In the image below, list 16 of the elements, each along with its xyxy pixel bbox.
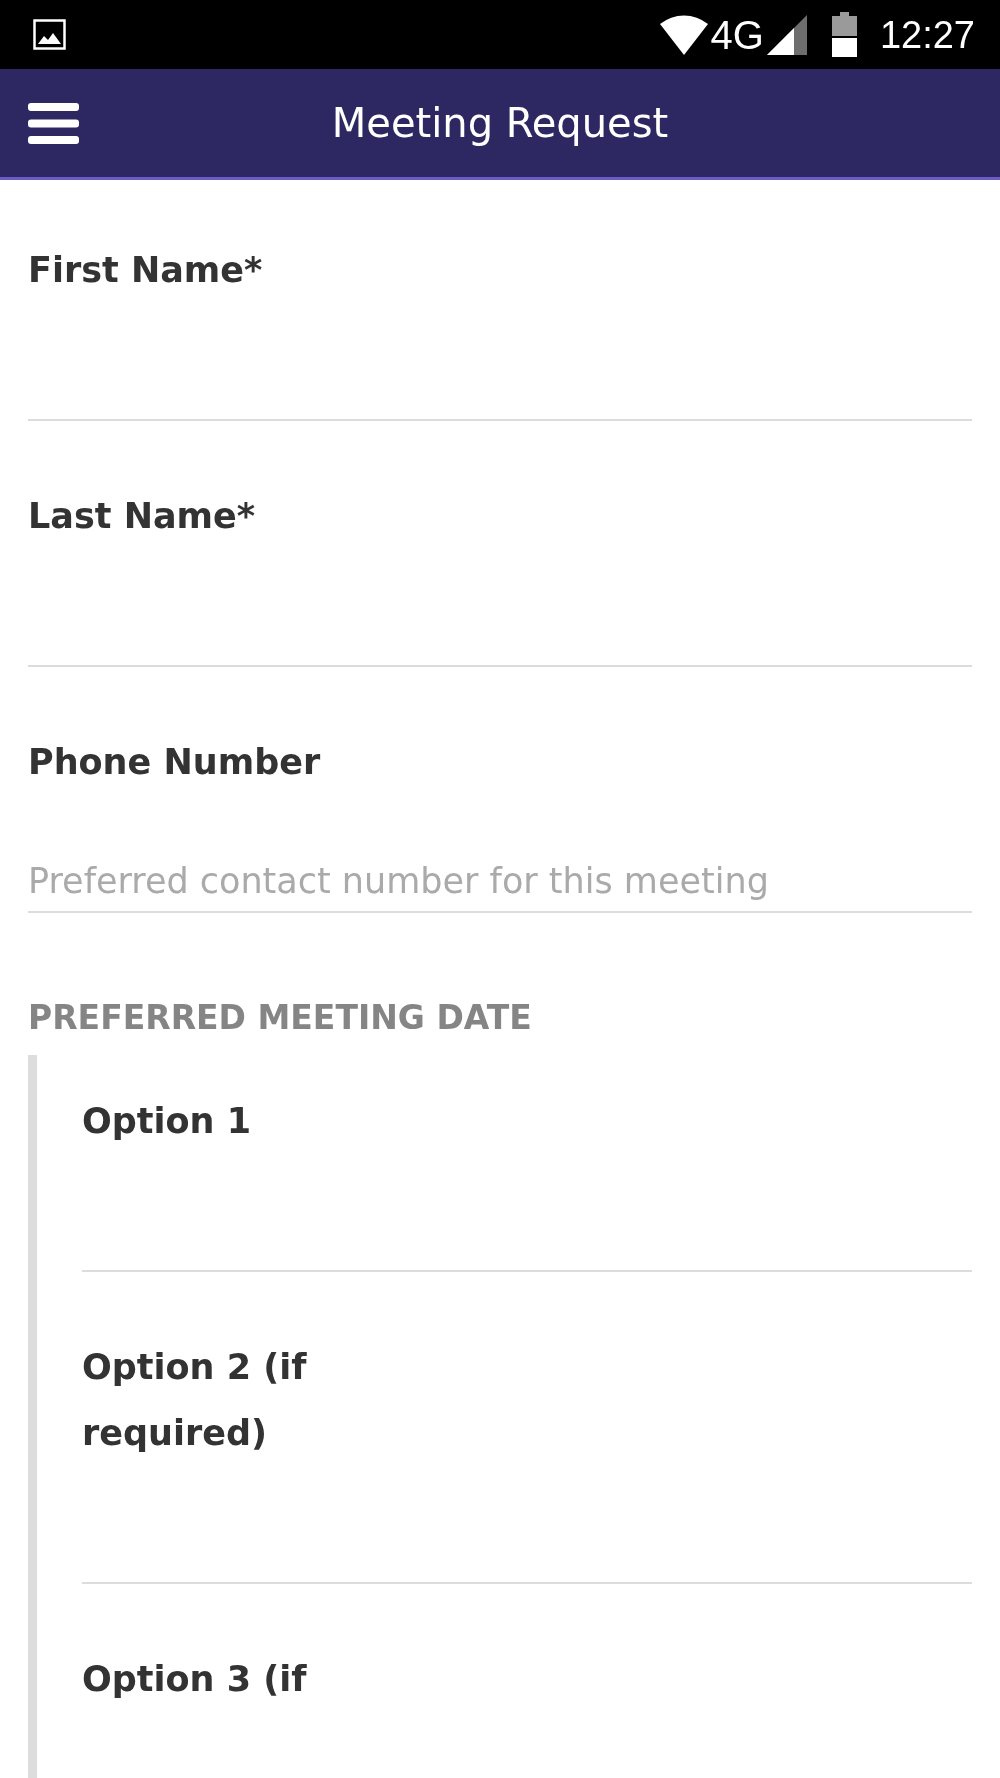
field-label: Phone Number: [28, 742, 321, 782]
wifi-icon: [659, 14, 708, 55]
field-label: Option 3 (if: [82, 1659, 307, 1699]
input-field[interactable]: Preferred contact number for this meeting: [28, 851, 972, 913]
screen-title: Meeting Request: [331, 99, 669, 147]
section-heading: PREFERRED MEETING DATE: [28, 997, 532, 1039]
field-label: Last Name*: [28, 496, 256, 536]
field-label: First Name*: [28, 250, 263, 290]
menu-icon[interactable]: [28, 102, 79, 144]
signal-icon: [766, 14, 807, 55]
clock-time: 12:27: [879, 15, 975, 54]
field-label: Option 2 (if required): [82, 1347, 307, 1453]
network-type: 4G: [710, 14, 764, 55]
battery-icon: [831, 12, 857, 57]
image-icon: [33, 19, 66, 50]
field-label: Option 1: [82, 1101, 252, 1141]
